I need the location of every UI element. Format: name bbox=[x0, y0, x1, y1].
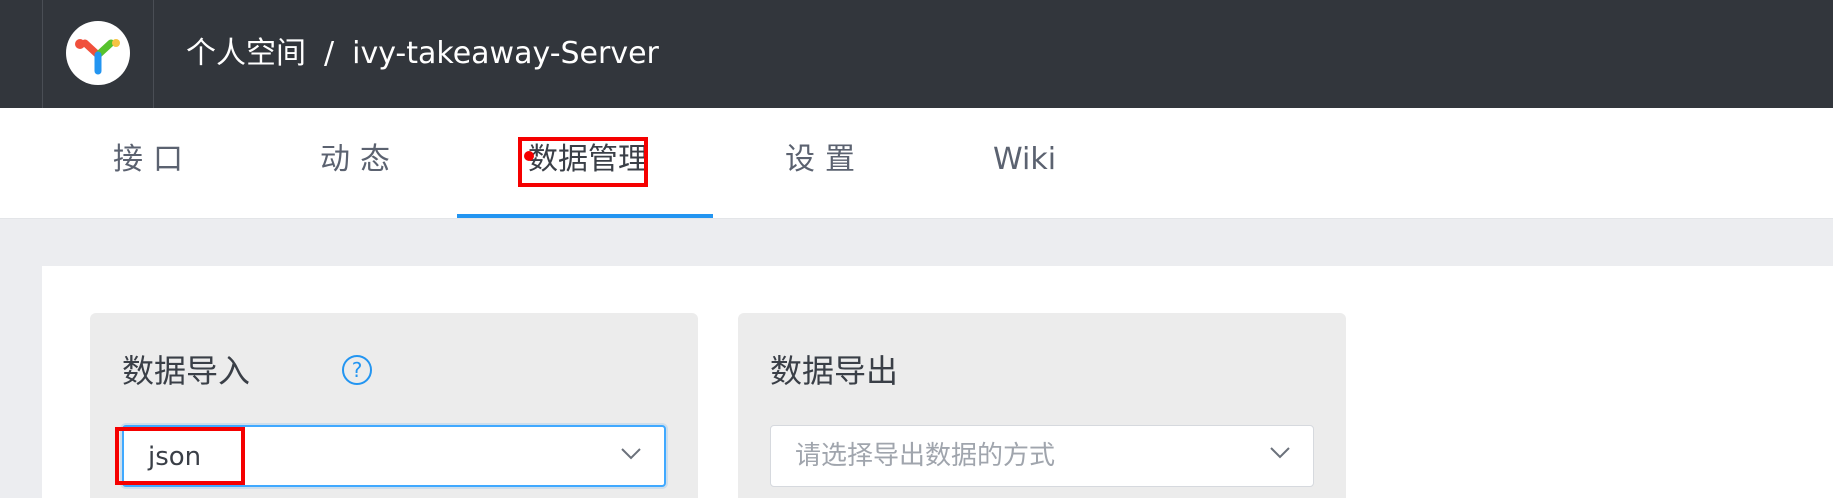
breadcrumb-project: ivy-takeaway-Server bbox=[352, 36, 659, 71]
tab-settings[interactable]: 设置 bbox=[785, 138, 865, 182]
import-type-select[interactable]: json bbox=[122, 425, 666, 487]
tab-data-management[interactable]: 数据管理 bbox=[528, 138, 648, 182]
data-import-card: 数据导入 ? json bbox=[90, 313, 698, 498]
tab-activity[interactable]: 动态 bbox=[320, 138, 400, 182]
tab-interface[interactable]: 接口 bbox=[113, 138, 193, 182]
logo-container[interactable] bbox=[42, 0, 154, 108]
active-tab-indicator bbox=[457, 214, 713, 218]
chevron-down-icon bbox=[1270, 447, 1290, 459]
breadcrumb: 个人空间 / ivy-takeaway-Server bbox=[186, 34, 659, 74]
annotation-dot bbox=[524, 151, 534, 161]
import-type-value: json bbox=[148, 442, 202, 472]
data-export-title: 数据导出 bbox=[770, 352, 899, 390]
export-type-select[interactable]: 请选择导出数据的方式 bbox=[770, 425, 1314, 487]
tab-bar: 接口 动态 数据管理 设置 Wiki bbox=[0, 108, 1833, 219]
chevron-down-icon bbox=[621, 448, 641, 460]
top-header: 个人空间 / ivy-takeaway-Server bbox=[0, 0, 1833, 108]
data-import-title: 数据导入 bbox=[122, 352, 251, 390]
question-circle-icon[interactable]: ? bbox=[342, 355, 372, 385]
export-type-placeholder: 请选择导出数据的方式 bbox=[795, 441, 1056, 471]
yapi-logo-icon[interactable] bbox=[66, 21, 130, 85]
breadcrumb-space[interactable]: 个人空间 bbox=[186, 36, 306, 71]
tab-wiki[interactable]: Wiki bbox=[993, 138, 1056, 182]
data-export-card: 数据导出 请选择导出数据的方式 bbox=[738, 313, 1346, 498]
breadcrumb-separator: / bbox=[324, 36, 335, 71]
